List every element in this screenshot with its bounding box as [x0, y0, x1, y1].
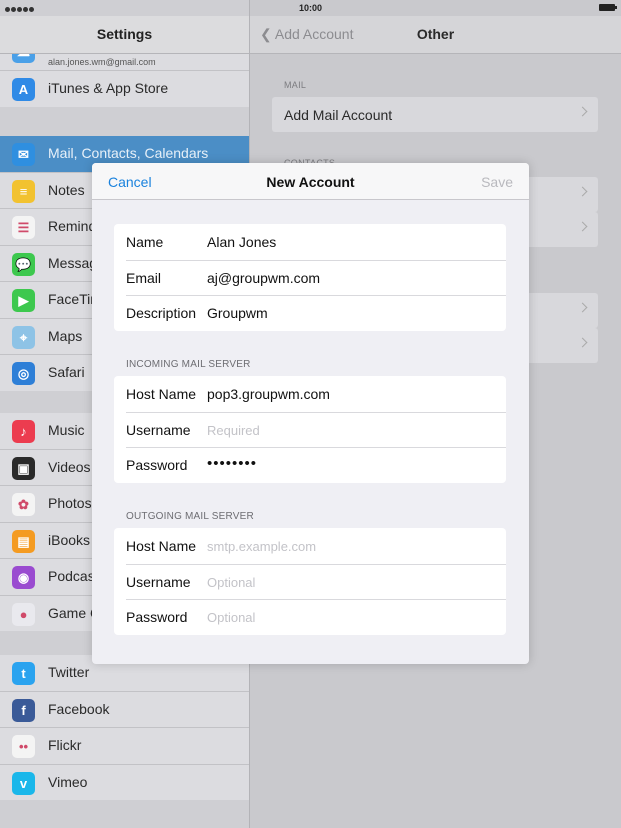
sidebar-item-label: Videos	[48, 458, 91, 475]
ibooks-icon: ▤	[12, 529, 35, 553]
account-info-group: Name Alan Jones Email aj@groupwm.com Descrip…	[114, 224, 506, 331]
status-time: 10:00	[298, 3, 323, 13]
save-button[interactable]: Save	[481, 174, 513, 190]
settings-title: Settings	[96, 26, 153, 42]
facebook-icon: f	[12, 698, 35, 722]
sidebar-item-vimeo[interactable]: v Vimeo	[0, 765, 249, 801]
photos-icon: ✿	[12, 493, 35, 516]
sidebar-item-label: Flickr	[48, 737, 82, 753]
videos-icon: ▣	[12, 456, 35, 480]
chevron-right-icon	[577, 221, 588, 232]
incoming-section-header: INCOMING MAIL SERVER	[126, 359, 251, 370]
incoming-password-row: Password ••••••••	[114, 447, 506, 483]
sidebar-item-label: iTunes & App Store	[48, 80, 169, 96]
account-name-field[interactable]: Alan Jones	[207, 234, 276, 250]
account-name-row: Name Alan Jones	[114, 224, 506, 260]
modal-title: New Account	[266, 174, 355, 190]
outgoing-username-label: Username	[126, 573, 191, 590]
sidebar-item-label: Photos	[48, 495, 92, 511]
outgoing-server-group: Host Name smtp.example.com Username Optiona…	[114, 528, 506, 635]
account-description-row: Description Groupwm	[114, 295, 506, 331]
sidebar-item-label: Vimeo	[48, 773, 88, 790]
sidebar-item-label: Music	[48, 422, 85, 438]
account-email-label: Email	[126, 269, 162, 286]
incoming-password-field[interactable]: ••••••••	[207, 455, 257, 472]
incoming-host-name-row: Host Name pop3.groupwm.com	[114, 376, 506, 412]
other-nav-bar: ❮ Add Account Other	[250, 16, 621, 54]
incoming-username-row: Username Required	[114, 411, 506, 448]
sidebar-item-facebook[interactable]: f Facebook	[0, 692, 249, 728]
sidebar-item-label: Notes	[48, 181, 85, 198]
mail-section-header: MAIL	[284, 80, 307, 90]
sidebar-item-label: Safari	[48, 364, 85, 380]
outgoing-password-row: Password Optional	[114, 599, 506, 635]
sidebar-item-flickr[interactable]: •• Flickr	[0, 728, 249, 765]
icloud-email: alan.jones.wm@gmail.com	[48, 57, 156, 67]
twitter-icon: t	[12, 662, 35, 685]
chevron-right-icon	[577, 106, 588, 117]
status-bar: 10:00	[0, 0, 621, 16]
chevron-right-icon	[577, 337, 588, 348]
modal-nav-bar: Cancel New Account Save	[92, 163, 529, 200]
flickr-icon: ••	[12, 735, 35, 758]
outgoing-host-name-row: Host Name smtp.example.com	[114, 528, 506, 564]
incoming-host-name-label: Host Name	[126, 386, 197, 402]
music-icon: ♪	[12, 420, 35, 443]
outgoing-username-row: Username Optional	[114, 563, 506, 600]
vimeo-icon: v	[12, 771, 35, 795]
chevron-right-icon	[577, 186, 588, 197]
sidebar-item-label: Facebook	[48, 700, 110, 717]
safari-icon: ◎	[12, 362, 35, 385]
incoming-username-label: Username	[126, 421, 191, 438]
chevron-right-icon	[577, 302, 588, 313]
messages-icon: 💬	[12, 252, 35, 276]
settings-group-social: t Twitter f Facebook •• Flickr v Vimeo	[0, 655, 249, 800]
outgoing-password-field[interactable]: Optional	[207, 610, 255, 625]
battery-icon	[599, 4, 617, 11]
reminders-icon: ☰	[12, 216, 35, 239]
account-email-row: Email aj@groupwm.com	[114, 259, 506, 296]
incoming-username-field[interactable]: Required	[207, 423, 260, 438]
account-description-label: Description	[126, 305, 197, 321]
incoming-server-group: Host Name pop3.groupwm.com Username Require…	[114, 376, 506, 483]
sidebar-item-itunes-app-store[interactable]: AiTunes & App Store	[0, 71, 249, 107]
app-store-icon: A	[12, 78, 35, 101]
mail-icon: ✉	[12, 143, 35, 166]
other-title: Other	[416, 26, 455, 42]
account-description-field[interactable]: Groupwm	[207, 305, 268, 321]
settings-nav-bar: Settings	[0, 16, 249, 54]
incoming-host-name-field[interactable]: pop3.groupwm.com	[207, 386, 330, 402]
incoming-password-label: Password	[126, 457, 188, 473]
new-account-modal: Cancel New Account Save Name Alan Jones Em…	[92, 163, 529, 664]
outgoing-section-header: OUTGOING MAIL SERVER	[126, 511, 254, 522]
add-mail-account-button[interactable]: Add Mail Account	[272, 97, 598, 132]
account-name-label: Name	[126, 234, 164, 250]
sidebar-item-label: Maps	[48, 327, 83, 344]
game-center-icon: ●	[12, 602, 35, 626]
outgoing-password-label: Password	[126, 609, 188, 625]
outgoing-host-name-label: Host Name	[126, 538, 197, 554]
notes-icon: ≡	[12, 179, 35, 203]
sidebar-item-label: iBooks	[48, 531, 91, 548]
facetime-icon: ▶	[12, 289, 35, 312]
sidebar-item-label: Mail, Contacts, Calendars	[48, 145, 209, 161]
sidebar-item-label: Twitter	[48, 664, 90, 680]
outgoing-username-field[interactable]: Optional	[207, 575, 255, 590]
outgoing-host-name-field[interactable]: smtp.example.com	[207, 539, 316, 554]
maps-icon: ⌖	[12, 325, 35, 349]
podcasts-icon: ◉	[12, 566, 35, 589]
add-mail-account-label: Add Mail Account	[284, 107, 393, 123]
account-email-field[interactable]: aj@groupwm.com	[207, 270, 320, 286]
